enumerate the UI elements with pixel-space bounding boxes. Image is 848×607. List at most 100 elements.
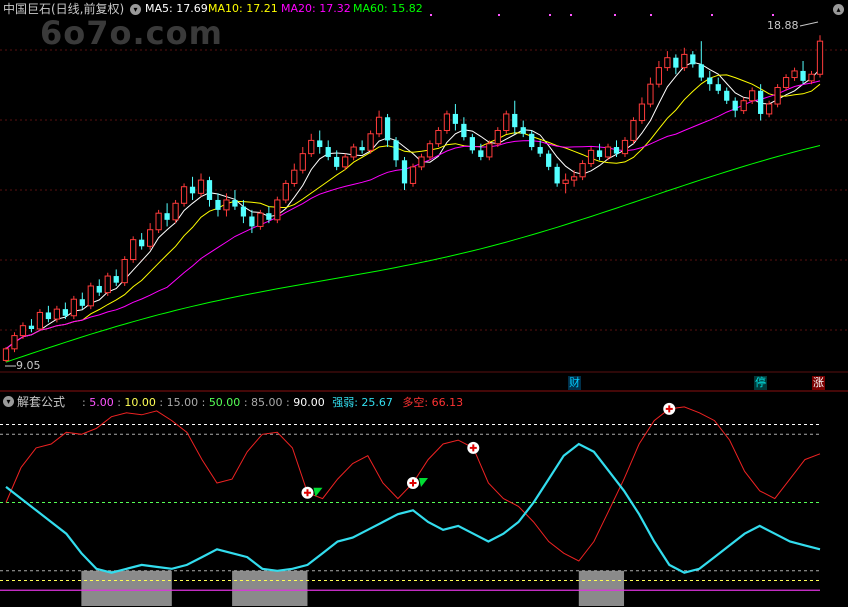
- candle-body: [715, 84, 721, 91]
- candle-body: [749, 90, 756, 102]
- candle-body: [426, 143, 434, 158]
- high-arrow: [799, 21, 819, 27]
- candle-body: [266, 213, 272, 220]
- candle-body: [180, 186, 188, 204]
- strength-label: 强弱: 25.67: [332, 396, 393, 409]
- candle-body: [452, 113, 459, 124]
- marker-dot: [498, 14, 500, 16]
- candle-body: [291, 169, 298, 184]
- stock-title: 中国巨石(日线,前复权): [3, 2, 125, 16]
- marker-dot: [650, 14, 652, 16]
- candle-body: [79, 299, 85, 306]
- marker-dot: [430, 14, 432, 16]
- ma10-line: [5, 74, 821, 350]
- scroll-up-icon[interactable]: ▴: [833, 4, 844, 15]
- marker-dot: [549, 14, 551, 16]
- candle-body: [11, 335, 18, 350]
- candle-body: [647, 83, 654, 105]
- candle-body: [443, 113, 451, 131]
- candle-body: [96, 285, 102, 293]
- candle-body: [249, 216, 255, 227]
- candle-body: [808, 73, 815, 82]
- candle-body: [604, 146, 612, 158]
- chevron-down-icon[interactable]: ▾: [130, 4, 141, 15]
- level-50: 50.00: [208, 396, 241, 409]
- level-90: 90.00: [293, 396, 325, 409]
- candle-body: [409, 166, 417, 184]
- limit-up-tag[interactable]: 涨: [812, 376, 825, 390]
- candle-body: [630, 120, 637, 141]
- marker-dot: [570, 14, 572, 16]
- candle-body: [147, 229, 154, 247]
- candle-body: [70, 298, 77, 317]
- candle-body: [359, 147, 365, 151]
- ma10-label: MA10: 17.21: [208, 2, 278, 15]
- candle-body: [690, 54, 696, 65]
- candle-body: [350, 146, 357, 158]
- candle-body: [435, 129, 442, 145]
- candle-body: [478, 150, 484, 157]
- candle-body: [546, 153, 552, 167]
- candle-body: [596, 150, 603, 157]
- candle-body: [520, 127, 526, 134]
- candle-body: [800, 70, 806, 81]
- ma5-line: [5, 61, 821, 350]
- candle-body: [164, 213, 170, 220]
- candle-body: [45, 312, 52, 320]
- candle-body: [791, 70, 798, 79]
- oversold-zone: [232, 570, 308, 606]
- candle-body: [401, 160, 408, 184]
- candle-body: [197, 179, 205, 194]
- candle-body: [774, 86, 781, 105]
- candle-body: [299, 153, 306, 171]
- halt-tag[interactable]: 停: [754, 376, 767, 390]
- stock-chart-window: 6o7o.com 中国巨石(日线,前复权) ▾ MA5: 17.69 MA10:…: [0, 0, 848, 607]
- level-85: 85.00: [251, 396, 283, 409]
- candle-body: [613, 147, 620, 154]
- candle-body: [724, 90, 730, 101]
- candle-body: [223, 199, 230, 211]
- candle-body: [486, 143, 493, 158]
- candle-body: [28, 325, 35, 329]
- indicator-levels: : 5.00 : 10.00 : 15.00 : 50.00 : 85.00 :…: [82, 396, 464, 409]
- candle-body: [469, 137, 475, 151]
- candle-body: [579, 163, 586, 178]
- candle-body: [62, 309, 68, 316]
- candle-body: [503, 113, 510, 131]
- candle-body: [334, 156, 340, 167]
- high-price-label: 18.88: [767, 19, 799, 32]
- candle-body: [189, 186, 196, 194]
- indicator-chevron-icon[interactable]: ▾: [3, 396, 14, 407]
- candle-body: [816, 40, 824, 75]
- candle-body: [418, 156, 425, 168]
- candle-body: [562, 179, 569, 184]
- candle-body: [461, 123, 467, 138]
- candle-body: [638, 103, 646, 122]
- indicator-name: 解套公式: [17, 395, 66, 409]
- candle-body: [494, 129, 501, 145]
- candle-body: [325, 147, 331, 157]
- candle-body: [375, 116, 383, 135]
- candle-body: [673, 57, 679, 68]
- candle-body: [782, 77, 790, 88]
- chart-canvas: [0, 14, 848, 606]
- ma60-label: MA60: 15.82: [353, 2, 423, 15]
- candle-body: [2, 348, 10, 361]
- candle-body: [655, 67, 663, 85]
- marker-dot: [711, 14, 713, 16]
- candle-body: [664, 57, 671, 69]
- finance-tag[interactable]: 财: [568, 376, 581, 390]
- candle-body: [232, 199, 238, 207]
- marker-dot: [614, 14, 616, 16]
- candle-body: [765, 103, 773, 115]
- candle-body: [342, 156, 349, 168]
- candle-body: [53, 308, 61, 320]
- low-price-label: 9.05: [16, 359, 41, 372]
- candle-body: [19, 325, 27, 337]
- candle-body: [274, 199, 281, 221]
- candle-body: [121, 259, 128, 284]
- oversold-zone: [81, 570, 172, 606]
- candle-body: [393, 140, 399, 161]
- candle-body: [707, 77, 713, 85]
- candle-body: [698, 64, 704, 78]
